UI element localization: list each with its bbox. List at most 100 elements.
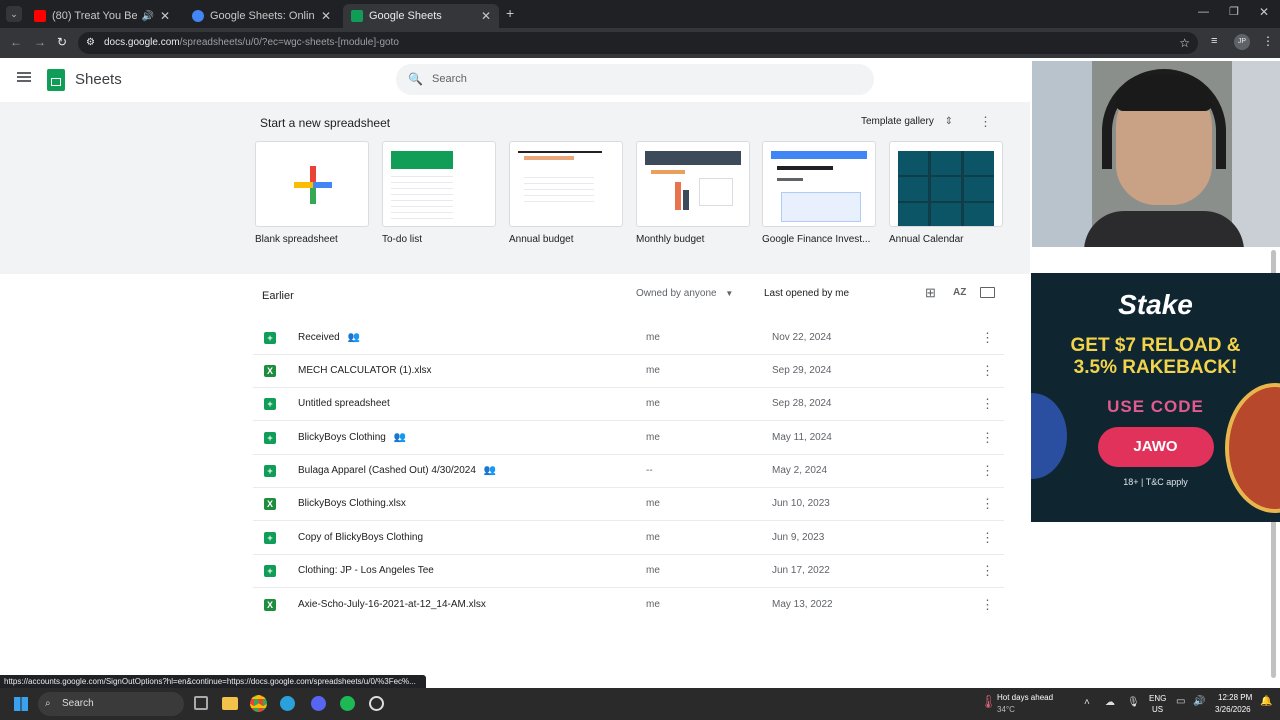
- file-owner: --: [646, 465, 653, 476]
- folder-icon[interactable]: [980, 287, 995, 298]
- clock-time[interactable]: 12:28 PM: [1218, 693, 1252, 702]
- maximize-icon[interactable]: ❐: [1229, 5, 1239, 18]
- sheets-file-icon: +: [264, 398, 276, 410]
- table-row[interactable]: + Copy of BlickyBoys Clothing me Jun 9, …: [253, 522, 1004, 555]
- more-options-icon[interactable]: ⋮: [981, 563, 994, 579]
- taskbar-search-label: Search: [62, 698, 94, 709]
- more-options-icon[interactable]: ⋮: [981, 530, 994, 546]
- file-name: Received 👥: [298, 332, 361, 343]
- grid-view-icon[interactable]: ⊞: [925, 285, 936, 301]
- browser-tab-google-sheets[interactable]: Google Sheets ✕: [343, 4, 499, 28]
- weather-title[interactable]: Hot days ahead: [997, 693, 1053, 702]
- sort-label[interactable]: Last opened by me: [764, 288, 849, 299]
- template-blank[interactable]: Blank spreadsheet: [255, 141, 369, 245]
- reload-icon[interactable]: ↻: [57, 35, 67, 49]
- network-icon[interactable]: ▭: [1176, 696, 1185, 707]
- obs-icon[interactable]: [369, 696, 384, 711]
- language-indicator[interactable]: ENG: [1149, 694, 1166, 703]
- ad-code-button[interactable]: JAWO: [1097, 427, 1214, 467]
- stake-ad-banner[interactable]: Stake GET $7 RELOAD & 3.5% RAKEBACK! USE…: [1031, 273, 1280, 522]
- youtube-icon: [34, 10, 46, 22]
- template-annual-calendar[interactable]: Annual Calendar: [889, 141, 1003, 245]
- template-todo[interactable]: To-do list: [382, 141, 496, 245]
- new-tab-icon[interactable]: +: [506, 5, 514, 21]
- template-section: Start a new spreadsheet Template gallery…: [0, 102, 1030, 274]
- sheets-file-icon: +: [264, 332, 276, 344]
- sheets-logo-icon[interactable]: [47, 69, 65, 91]
- speaker-icon[interactable]: 🔊: [141, 11, 153, 22]
- table-row[interactable]: + Received 👥 me Nov 22, 2024 ⋮: [253, 322, 1004, 355]
- browser-tab-youtube[interactable]: (80) Treat You Better - Shaw 🔊 ✕: [26, 4, 178, 28]
- file-date: Jun 9, 2023: [772, 532, 825, 543]
- site-info-icon[interactable]: ⚙: [86, 32, 95, 54]
- close-tab-icon[interactable]: ✕: [160, 9, 170, 23]
- app-title[interactable]: Sheets: [75, 71, 122, 88]
- file-name: BlickyBoys Clothing 👥: [298, 432, 407, 443]
- more-options-icon[interactable]: ⋮: [981, 430, 994, 446]
- table-row[interactable]: X BlickyBoys Clothing.xlsx me Jun 10, 20…: [253, 488, 1004, 521]
- table-row[interactable]: X MECH CALCULATOR (1).xlsx me Sep 29, 20…: [253, 355, 1004, 388]
- file-date: May 11, 2024: [772, 432, 832, 443]
- address-bar[interactable]: ⚙ docs.google.com/spreadsheets/u/0/?ec=w…: [78, 32, 1198, 54]
- more-options-icon[interactable]: ⋮: [981, 396, 994, 412]
- tab-search-dropdown[interactable]: ⌄: [6, 6, 22, 22]
- more-options-icon[interactable]: ⋮: [981, 363, 994, 379]
- template-more-icon[interactable]: ⋮: [979, 114, 992, 130]
- sheets-file-icon: +: [264, 432, 276, 444]
- file-name: Bulaga Apparel (Cashed Out) 4/30/2024 👥: [298, 465, 497, 476]
- windows-start-icon[interactable]: [14, 697, 28, 711]
- onedrive-icon[interactable]: ☁: [1105, 697, 1115, 708]
- bookmark-star-icon[interactable]: ☆: [1179, 32, 1190, 54]
- more-options-icon[interactable]: ⋮: [981, 496, 994, 512]
- table-row[interactable]: + BlickyBoys Clothing 👥 me May 11, 2024 ⋮: [253, 422, 1004, 455]
- avatar[interactable]: JP: [1234, 34, 1250, 50]
- forward-icon[interactable]: →: [34, 35, 46, 49]
- discord-icon[interactable]: [311, 696, 326, 711]
- file-date: Nov 22, 2024: [772, 332, 832, 343]
- table-row[interactable]: X Axie-Scho-July-16-2021-at-12_14-AM.xls…: [253, 589, 1004, 622]
- file-name: Copy of BlickyBoys Clothing: [298, 532, 424, 543]
- template-google-finance[interactable]: Google Finance Invest...: [762, 141, 876, 245]
- sheets-home: Sheets 🔍 Search Start a new spreadsheet …: [0, 58, 1030, 688]
- sort-az-icon[interactable]: AZ: [953, 287, 966, 298]
- tab-label: (80) Treat You Better - Shaw: [52, 10, 138, 22]
- more-options-icon[interactable]: ⋮: [981, 597, 994, 613]
- close-tab-icon[interactable]: ✕: [481, 9, 491, 23]
- main-menu-icon[interactable]: [17, 72, 31, 82]
- browser-menu-icon[interactable]: ⋮: [1262, 34, 1274, 48]
- spotify-icon[interactable]: [340, 696, 355, 711]
- task-view-icon[interactable]: [194, 696, 208, 710]
- chrome-icon[interactable]: [250, 695, 267, 712]
- shared-icon: 👥: [483, 465, 497, 476]
- notifications-icon[interactable]: 🔔: [1260, 696, 1272, 707]
- file-date: May 13, 2022: [772, 599, 833, 610]
- table-row[interactable]: + Clothing: JP - Los Angeles Tee me Jun …: [253, 555, 1004, 588]
- template-gallery-button[interactable]: Template gallery ⇕: [861, 116, 953, 127]
- template-monthly-budget[interactable]: Monthly budget: [636, 141, 750, 245]
- template-annual-budget[interactable]: Annual budget: [509, 141, 623, 245]
- telegram-icon[interactable]: [280, 696, 295, 711]
- tray-overflow-icon[interactable]: ˄: [1084, 697, 1090, 708]
- microphone-icon[interactable]: 🎙: [1127, 697, 1140, 708]
- media-icon[interactable]: ≡: [1211, 35, 1217, 47]
- close-window-icon[interactable]: ✕: [1259, 5, 1269, 19]
- more-options-icon[interactable]: ⋮: [981, 463, 994, 479]
- table-row[interactable]: + Bulaga Apparel (Cashed Out) 4/30/2024 👥…: [253, 455, 1004, 488]
- back-icon[interactable]: ←: [10, 35, 22, 49]
- owner-filter-label: Owned by anyone: [636, 288, 717, 299]
- section-title: Earlier: [262, 290, 294, 302]
- close-tab-icon[interactable]: ✕: [321, 9, 331, 23]
- browser-tab-sheets-info[interactable]: Google Sheets: Online Spreadsh ✕: [184, 4, 339, 28]
- webcam-overlay: [1032, 61, 1280, 247]
- volume-icon[interactable]: 🔊: [1193, 696, 1205, 707]
- taskbar-search-box[interactable]: ⌕ Search: [38, 692, 184, 716]
- more-options-icon[interactable]: ⋮: [981, 330, 994, 346]
- search-placeholder: Search: [432, 73, 467, 85]
- search-input[interactable]: 🔍 Search: [396, 64, 874, 95]
- search-icon: ⌕: [45, 698, 51, 709]
- minimize-icon[interactable]: —: [1198, 6, 1209, 18]
- owner-filter-dropdown[interactable]: Owned by anyone ▼: [636, 288, 733, 299]
- table-row[interactable]: + Untitled spreadsheet me Sep 28, 2024 ⋮: [253, 388, 1004, 421]
- region-indicator: US: [1152, 705, 1164, 714]
- file-explorer-icon[interactable]: [222, 697, 238, 710]
